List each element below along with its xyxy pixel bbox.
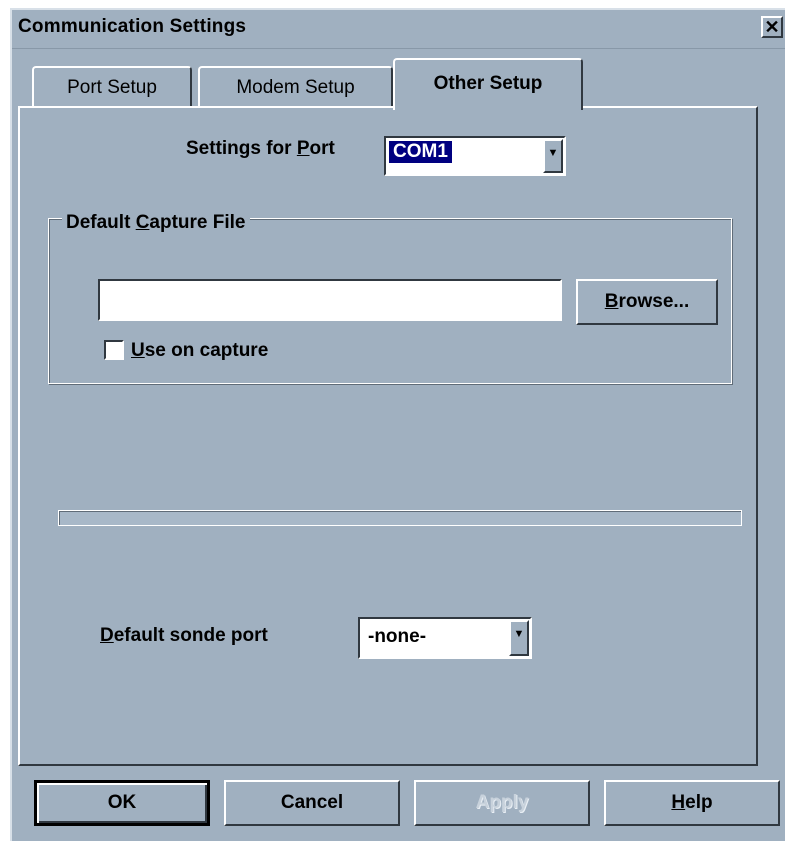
capture-file-input[interactable] bbox=[98, 279, 562, 321]
tab-modem-setup[interactable]: Modem Setup bbox=[198, 66, 393, 108]
use-on-capture-checkbox[interactable] bbox=[104, 340, 124, 360]
browse-button[interactable]: Browse... bbox=[576, 279, 718, 325]
sonde-port-select-value: -none- bbox=[368, 626, 427, 647]
separator bbox=[58, 510, 742, 526]
window-title: Communication Settings bbox=[18, 16, 247, 37]
help-button[interactable]: Help bbox=[604, 780, 780, 826]
tab-port-setup[interactable]: Port Setup bbox=[32, 66, 192, 108]
tab-panel-other-setup bbox=[18, 106, 758, 766]
settings-for-port-label: Settings for Port bbox=[186, 138, 335, 159]
port-select[interactable]: COM1 ▼ bbox=[384, 136, 566, 176]
use-on-capture-label: Use on capture bbox=[131, 340, 269, 361]
capture-file-group-title: Default Capture File bbox=[62, 212, 250, 234]
close-icon[interactable]: ✕ bbox=[761, 16, 783, 38]
default-sonde-port-label: Default sonde port bbox=[100, 625, 268, 646]
cancel-button[interactable]: Cancel bbox=[224, 780, 400, 826]
tab-other-setup[interactable]: Other Setup bbox=[393, 58, 583, 110]
chevron-down-icon[interactable]: ▼ bbox=[543, 139, 563, 173]
apply-button[interactable]: Apply bbox=[414, 780, 590, 826]
chevron-down-icon[interactable]: ▼ bbox=[509, 620, 529, 656]
ok-button[interactable]: OK bbox=[34, 780, 210, 826]
sonde-port-select[interactable]: -none- ▼ bbox=[358, 617, 532, 659]
port-select-value: COM1 bbox=[389, 141, 452, 163]
title-bar: Communication Settings ✕ bbox=[12, 10, 785, 49]
